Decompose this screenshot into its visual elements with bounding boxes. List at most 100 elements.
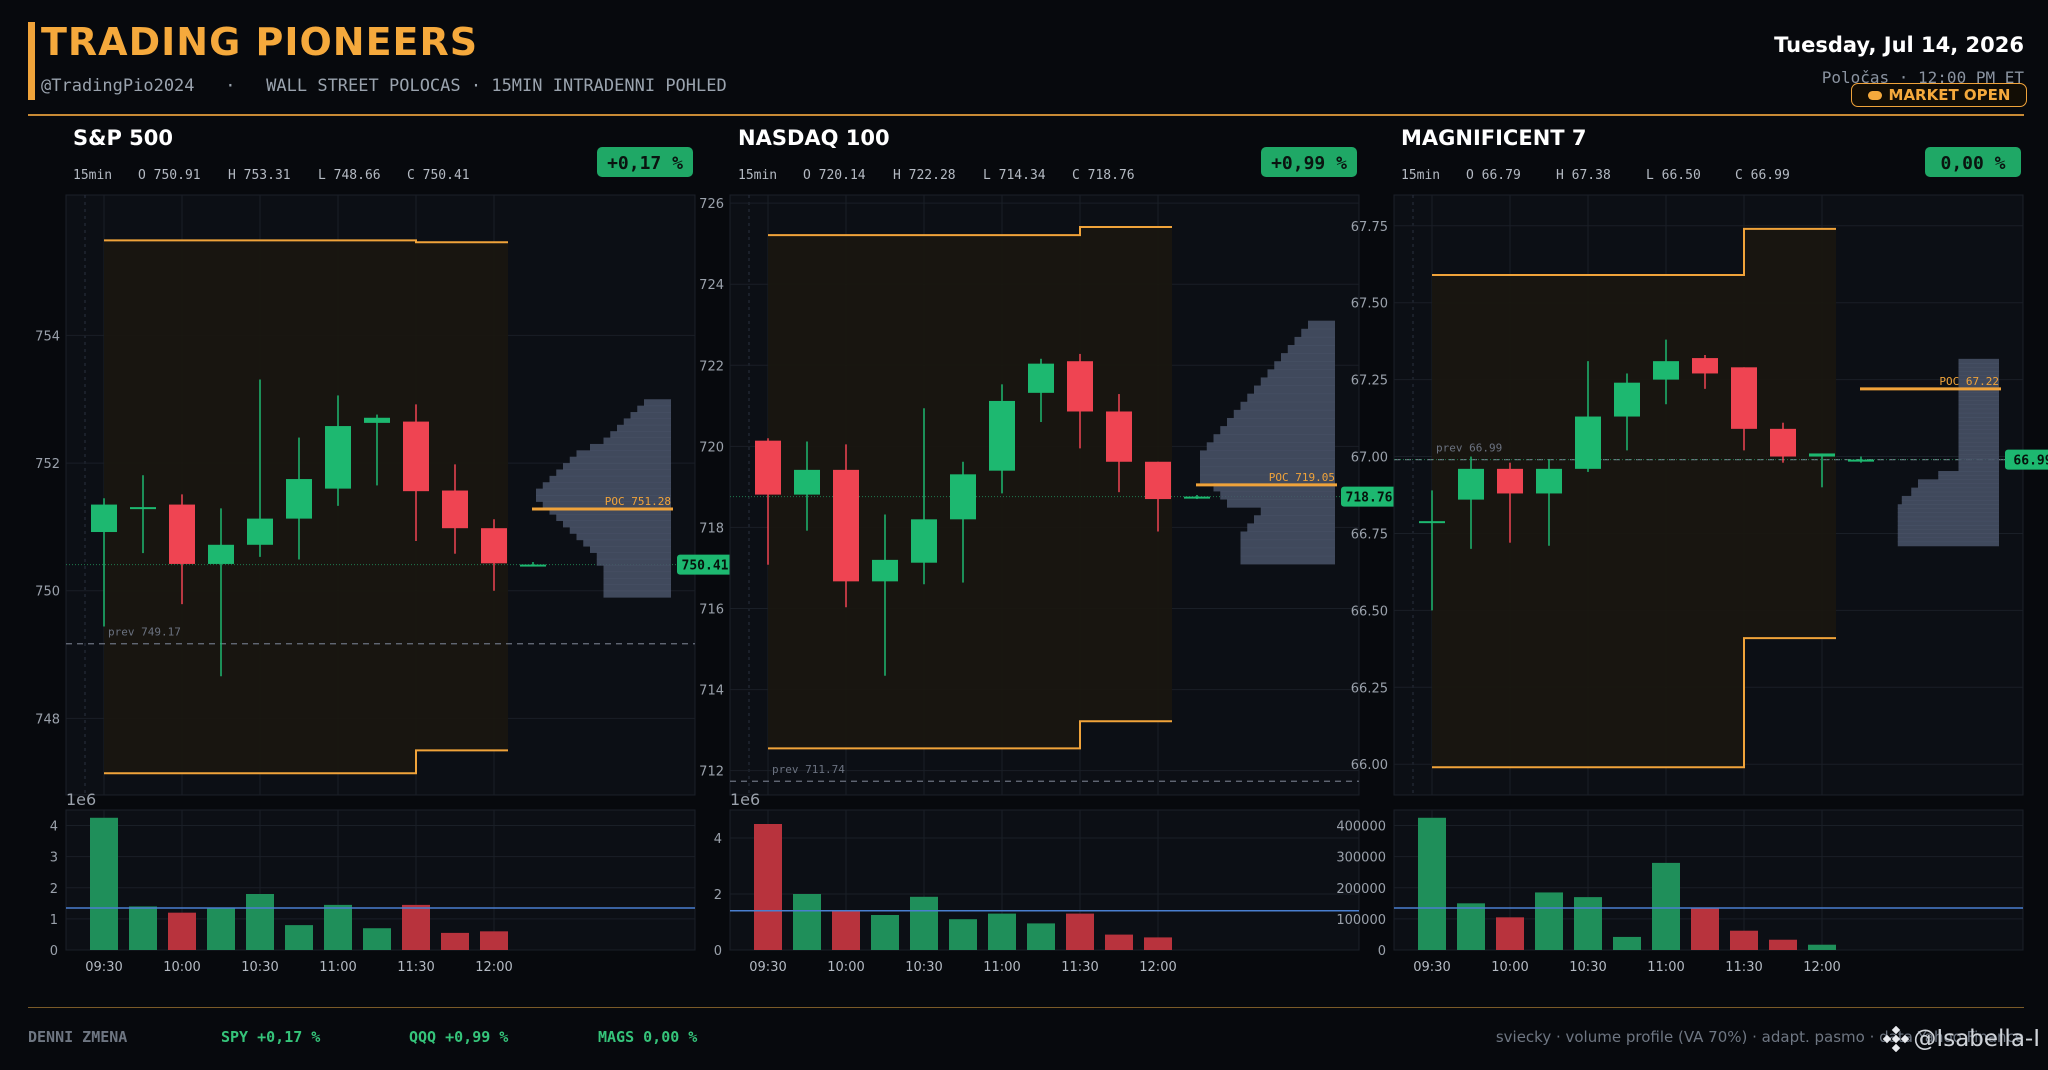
volume-profile-bar xyxy=(583,539,671,547)
vol-scale-label: 1e6 xyxy=(66,790,96,809)
change-badge-label: +0,99 % xyxy=(1271,153,1347,174)
volume-profile-bar xyxy=(1958,458,1999,464)
volume-profile-bar xyxy=(576,450,671,458)
candle-body xyxy=(1692,358,1718,374)
volume-bar xyxy=(1574,897,1602,950)
volume-bar xyxy=(402,904,430,950)
candle-body xyxy=(1028,363,1054,393)
vol-y-tick-label: 300000 xyxy=(1336,851,1386,866)
volume-profile-bar xyxy=(1958,358,1999,364)
vol-y-tick-label: 100000 xyxy=(1336,913,1386,928)
volume-bar xyxy=(324,904,352,950)
y-tick-label: 67.00 xyxy=(1351,451,1388,466)
volume-bar xyxy=(90,817,118,950)
volume-bar xyxy=(1691,908,1719,950)
candle-body xyxy=(755,440,781,495)
chart-panel-2: MAGNIFICENT 7 15min O 66.79 H 67.38 L 66.50 C… xyxy=(1336,126,2048,975)
y-tick-label: 754 xyxy=(35,329,60,344)
volume-profile-bar xyxy=(563,463,671,470)
ohlc-label: 15min xyxy=(73,168,112,183)
x-tick-label: 10:00 xyxy=(827,960,864,975)
volume-profile-bar xyxy=(1200,450,1335,460)
volume-bar xyxy=(754,824,782,950)
y-tick-label: 752 xyxy=(35,457,60,472)
volume-profile-bar xyxy=(603,571,671,579)
candle-body xyxy=(1106,411,1132,462)
volume-profile-bar xyxy=(1240,401,1335,411)
volume-profile-bar xyxy=(1301,328,1335,338)
y-tick-label: 66.00 xyxy=(1351,758,1388,773)
candle-body xyxy=(1575,416,1601,469)
ohlc-label: O 750.91 xyxy=(138,168,201,183)
x-tick-label: 10:00 xyxy=(1491,960,1528,975)
candle-body xyxy=(1458,468,1484,500)
y-tick-label: 67.50 xyxy=(1351,297,1388,312)
volume-bar xyxy=(285,925,313,950)
chart-panel-1: NASDAQ 100 15min O 720.14 H 722.28 L 714.34 C… xyxy=(699,126,1397,975)
volume-profile-bar xyxy=(603,577,671,585)
volume-profile-bar xyxy=(1958,425,1999,430)
ohlc-label: H 722.28 xyxy=(893,168,956,183)
volume-profile-bar xyxy=(1213,434,1335,443)
candle-body xyxy=(1067,361,1093,412)
prev-close-label: prev 711.74 xyxy=(772,763,845,776)
y-tick-label: 748 xyxy=(35,712,60,727)
change-badge-label: +0,17 % xyxy=(607,153,683,174)
volume-profile-bar xyxy=(1958,462,1999,468)
chart-title: MAGNIFICENT 7 xyxy=(1401,126,1587,150)
candle-body xyxy=(247,518,273,545)
volume-profile-bar xyxy=(549,475,671,483)
vol-y-tick-label: 2 xyxy=(714,888,722,903)
volume-profile-bar xyxy=(1897,516,1999,522)
footer-change-qqq: QQQ +0,99 % xyxy=(409,1028,509,1046)
volume-profile-bar xyxy=(1958,412,1999,418)
x-tick-label: 12:00 xyxy=(1139,960,1176,975)
prev-close-label: prev 66.99 xyxy=(1436,442,1502,455)
candle-body xyxy=(911,519,937,563)
volume-profile-bar xyxy=(1897,508,1999,514)
volume-profile-bar xyxy=(1254,385,1335,395)
volume-profile-bar xyxy=(1897,529,1999,534)
volume-bar xyxy=(1808,944,1836,950)
volume-profile-bar xyxy=(1901,495,1999,501)
volume-profile-bar xyxy=(1958,417,1999,422)
x-tick-label: 10:30 xyxy=(905,960,942,975)
x-tick-label: 10:30 xyxy=(241,960,278,975)
vol-y-tick-label: 4 xyxy=(50,820,58,835)
volume-profile-bar xyxy=(1247,523,1335,532)
vol-y-tick-label: 0 xyxy=(714,944,722,959)
x-tick-label: 09:30 xyxy=(749,960,786,975)
candle-body xyxy=(1770,428,1796,457)
watermark: @Isabella-I xyxy=(1883,1026,2040,1052)
prev-close-label: prev 749.17 xyxy=(108,626,181,639)
ohlc-label: L 714.34 xyxy=(983,168,1046,183)
volume-profile-bar xyxy=(617,424,671,432)
volume-profile-bar xyxy=(1227,417,1335,427)
volume-profile-bar xyxy=(637,405,671,413)
volume-profile-bar xyxy=(590,443,671,451)
y-tick-label: 716 xyxy=(699,603,724,618)
volume-profile-bar xyxy=(1220,426,1335,435)
volume-bar xyxy=(1144,937,1172,950)
last-price-label: 750.41 xyxy=(682,559,729,574)
volume-bar xyxy=(129,906,157,950)
change-badge-label: 0,00 % xyxy=(1940,153,2005,174)
volume-profile-bar xyxy=(1958,466,1999,472)
volume-bar xyxy=(207,908,235,950)
volume-profile-bar xyxy=(1260,377,1335,387)
candle-body xyxy=(130,507,156,510)
volume-bar xyxy=(363,928,391,950)
candle-body xyxy=(1653,361,1679,380)
volume-profile-bar xyxy=(1274,361,1335,370)
ohlc-label: H 753.31 xyxy=(228,168,291,183)
y-tick-label: 750 xyxy=(35,585,60,600)
x-tick-label: 12:00 xyxy=(475,960,512,975)
candle-body xyxy=(442,490,468,529)
volume-profile-bar xyxy=(1958,367,1999,372)
volume-profile-bar xyxy=(1281,353,1335,362)
volume-profile-bar xyxy=(1958,437,1999,443)
footer-label: DENNI ZMENA xyxy=(28,1028,128,1046)
volume-profile-bar xyxy=(644,399,671,407)
y-tick-label: 726 xyxy=(699,197,724,212)
volume-bar xyxy=(871,915,899,950)
